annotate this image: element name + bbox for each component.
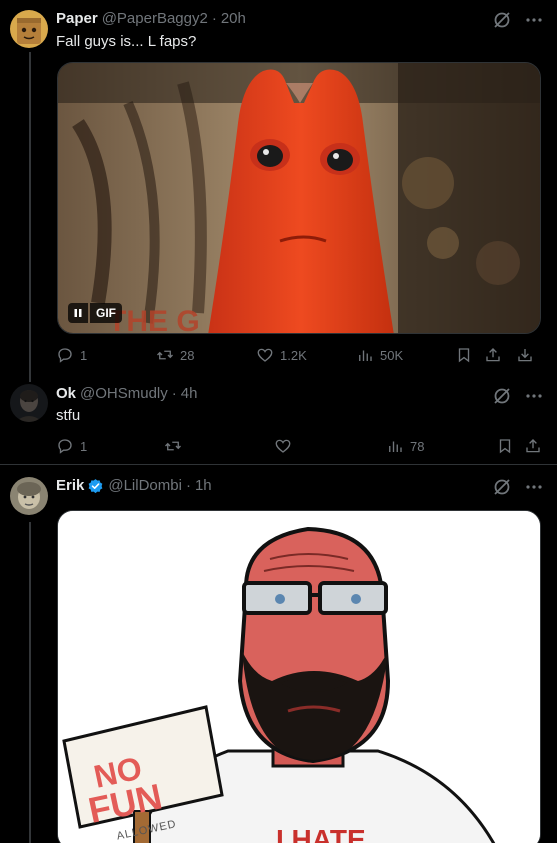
user-handle[interactable]: @PaperBaggy2 (102, 9, 208, 29)
verified-badge-icon (87, 478, 104, 495)
tweet-gif[interactable]: THE G GIF (57, 62, 541, 334)
views-icon (359, 350, 372, 361)
gif-label: GIF (90, 303, 122, 323)
share-icon (526, 439, 540, 453)
user-handle[interactable]: @LilDombi (108, 476, 182, 496)
retweet-icon (157, 350, 173, 360)
pause-icon[interactable] (68, 303, 88, 323)
like-button[interactable] (274, 436, 292, 456)
tweet[interactable]: Erik @LilDombi · 1h I HATE NO FUN ALLOWE… (0, 465, 557, 843)
like-button[interactable]: 1.2K (256, 345, 307, 365)
tweet-top-icons (493, 478, 543, 496)
views-count: 50K (380, 347, 404, 363)
gif-frame: THE G (58, 63, 540, 333)
download-button[interactable] (516, 345, 534, 365)
tweet-header: Paper @PaperBaggy2 · 20h (56, 9, 246, 29)
more-options-icon[interactable] (525, 387, 543, 405)
share-button[interactable] (524, 436, 542, 456)
views-count: 78 (410, 438, 425, 454)
avatar[interactable] (10, 10, 48, 48)
separator-dot: · (171, 385, 177, 402)
tweet-top-icons (493, 387, 543, 405)
display-name[interactable]: Erik (56, 476, 84, 496)
views-icon (389, 441, 402, 452)
tweet[interactable]: Paper @PaperBaggy2 · 20h Fall guys is...… (0, 0, 557, 372)
retweet-count: 28 (180, 347, 195, 363)
avatar[interactable] (10, 477, 48, 515)
gif-badge[interactable]: GIF (68, 303, 122, 323)
meme-illustration: I HATE NO FUN ALLOWED (58, 511, 540, 843)
grok-icon[interactable] (493, 478, 511, 496)
reply-button[interactable]: 1 (56, 345, 87, 365)
shirt-text: I HATE (276, 824, 366, 843)
display-name[interactable]: Ok (56, 384, 76, 404)
tweet-text: stfu (56, 407, 81, 424)
tweet-actions: 1 28 1.2K 50K (56, 345, 534, 365)
heart-icon (275, 439, 291, 453)
tweet-header: Erik @LilDombi · 1h (56, 476, 212, 496)
reply-count: 1 (80, 347, 88, 363)
display-name[interactable]: Paper (56, 9, 98, 29)
tweet-header: Ok @OHSmudly · 4h (56, 384, 197, 404)
bookmark-button[interactable] (455, 345, 473, 365)
more-options-icon[interactable] (525, 478, 543, 496)
tweet[interactable]: Ok @OHSmudly · 4h stfu 1 78 (0, 372, 557, 464)
retweet-icon (165, 441, 181, 451)
views-button[interactable]: 78 (386, 436, 424, 456)
bookmark-button[interactable] (496, 436, 514, 456)
like-count: 1.2K (280, 347, 307, 363)
retweet-button[interactable]: 28 (156, 345, 194, 365)
grok-icon[interactable] (493, 11, 511, 29)
tweet-top-icons (493, 11, 543, 29)
user-handle[interactable]: @OHSmudly (80, 384, 168, 404)
separator-dot: · (211, 10, 217, 27)
heart-icon (257, 348, 273, 362)
download-icon (518, 349, 532, 362)
tweet-text: Fall guys is... L faps? (56, 33, 197, 50)
timestamp[interactable]: 1h (195, 476, 212, 496)
bookmark-icon (458, 348, 470, 363)
retweet-button[interactable] (164, 436, 182, 456)
timestamp[interactable]: 20h (221, 9, 246, 29)
views-button[interactable]: 50K (356, 345, 403, 365)
share-icon (486, 348, 500, 362)
reply-count: 1 (80, 438, 88, 454)
share-button[interactable] (484, 345, 502, 365)
reply-button[interactable]: 1 (56, 436, 87, 456)
more-options-icon[interactable] (525, 11, 543, 29)
tweet-actions: 1 78 (56, 436, 540, 456)
grok-icon[interactable] (493, 387, 511, 405)
separator-dot: · (185, 477, 191, 494)
avatar[interactable] (10, 384, 48, 422)
timestamp[interactable]: 4h (181, 384, 198, 404)
bookmark-icon (499, 439, 511, 454)
tweet-image[interactable]: I HATE NO FUN ALLOWED (57, 510, 541, 843)
reply-icon (58, 348, 72, 363)
reply-icon (58, 439, 72, 454)
